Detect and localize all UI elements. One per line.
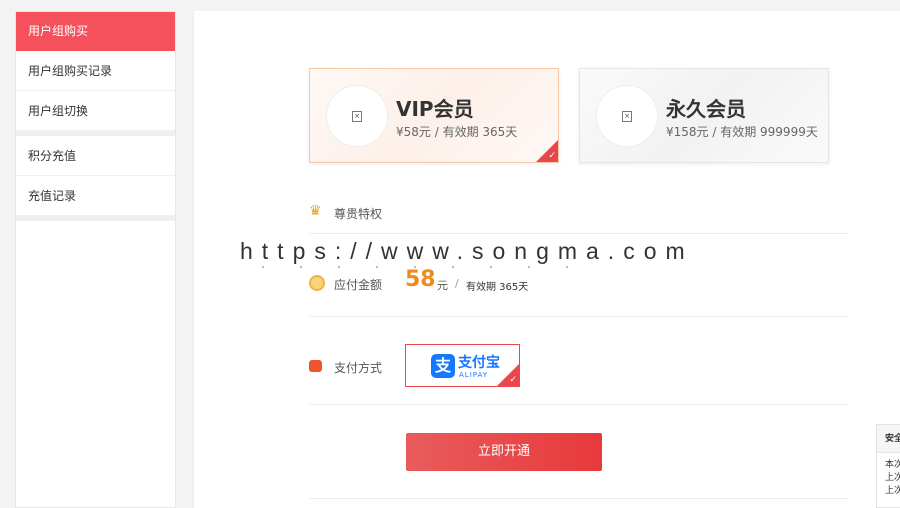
alipay-logo-icon: 支	[431, 354, 455, 378]
sidebar-divider	[16, 216, 175, 221]
sidebar-item-points-recharge[interactable]: 积分充值	[16, 136, 175, 176]
plan-card-vip[interactable]: × VIP会员 ¥58元 / 有效期 365天 ✓	[309, 68, 559, 163]
alipay-name: 支付宝	[458, 355, 500, 371]
coin-icon	[309, 275, 325, 291]
check-icon: ✓	[509, 375, 517, 385]
sidebar-item-group-purchase[interactable]: 用户组购买	[16, 12, 175, 51]
price-separator: /	[455, 277, 459, 290]
crown-icon: ♛	[309, 203, 322, 219]
divider	[309, 498, 849, 499]
safety-panel: 安全 本次 上次 上次	[876, 424, 900, 508]
watermark-text: https://www.songma.com	[240, 238, 694, 264]
payment-label: 支付方式	[334, 361, 383, 375]
sidebar-item-purchase-history[interactable]: 用户组购买记录	[16, 51, 175, 91]
plan-name: 永久会员	[666, 97, 746, 121]
safety-line: 上次	[885, 473, 900, 483]
privilege-label: 尊贵特权	[334, 207, 383, 221]
safety-line: 上次	[885, 486, 900, 496]
plan-avatar: ×	[596, 85, 658, 147]
plan-desc: ¥158元 / 有效期 999999天	[666, 125, 818, 139]
plan-card-forever[interactable]: × 永久会员 ¥158元 / 有效期 999999天	[579, 68, 829, 163]
check-icon: ✓	[548, 151, 556, 161]
broken-image-icon: ×	[352, 110, 362, 122]
price-unit: 元	[437, 279, 448, 292]
sidebar-item-recharge-history[interactable]: 充值记录	[16, 176, 175, 216]
sidebar-item-group-switch[interactable]: 用户组切换	[16, 91, 175, 131]
privilege-row: ♛ 尊贵特权	[309, 201, 849, 234]
price-validity: 有效期 365天	[466, 282, 529, 293]
broken-image-icon: ×	[622, 110, 632, 122]
price-value: 58	[405, 267, 436, 292]
safety-title: 安全	[877, 425, 900, 453]
safety-line: 本次	[885, 460, 900, 470]
watermark-strip	[262, 266, 602, 268]
amount-label: 应付金额	[334, 278, 383, 292]
amount-row: 应付金额 58 元 / 有效期 365天	[309, 267, 849, 317]
plan-desc: ¥58元 / 有效期 365天	[396, 125, 518, 139]
alipay-subtitle: ALIPAY	[459, 371, 489, 379]
plan-name: VIP会员	[396, 97, 474, 121]
payment-row: 支付方式 支 支付宝 ALIPAY ✓	[309, 344, 849, 405]
plan-avatar: ×	[326, 85, 388, 147]
sidebar: 用户组购买 用户组购买记录 用户组切换 积分充值 充值记录	[15, 11, 176, 508]
submit-button[interactable]: 立即开通	[406, 433, 602, 471]
wallet-icon	[309, 360, 322, 372]
alipay-option[interactable]: 支 支付宝 ALIPAY ✓	[405, 344, 520, 387]
